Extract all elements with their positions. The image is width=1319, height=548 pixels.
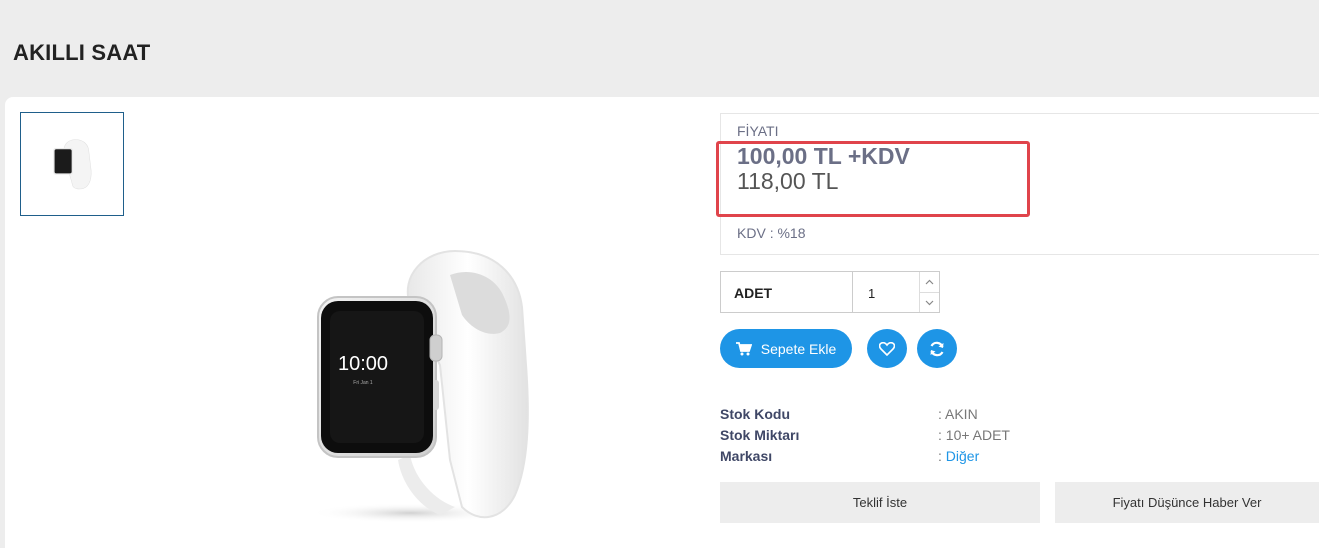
chevron-up-icon	[925, 279, 934, 285]
kdv-separator: :	[769, 225, 774, 241]
brand-link[interactable]: Diğer	[946, 448, 979, 464]
spec-key: Markası	[720, 448, 773, 464]
quantity-label: ADET	[734, 285, 773, 301]
kdv-label: KDV	[737, 225, 766, 241]
watch-thumbnail-image	[53, 139, 92, 190]
spec-key: Stok Miktarı	[720, 427, 800, 443]
product-main-image[interactable]: 10:00 Fri Jan 1	[290, 245, 560, 535]
quantity-divider	[852, 272, 853, 312]
favorite-button[interactable]	[867, 329, 907, 368]
price-highlight-box	[716, 141, 1030, 217]
quantity-decrease-button[interactable]	[920, 292, 939, 312]
quantity-box: ADET	[720, 271, 940, 313]
spec-value-prefix: :	[938, 448, 946, 464]
spec-key: Stok Kodu	[720, 406, 790, 422]
price-alert-button[interactable]: Fiyatı Düşünce Haber Ver	[1055, 482, 1319, 523]
price-label: FİYATI	[737, 123, 779, 139]
watch-face-date: Fri Jan 1	[353, 380, 373, 386]
cart-icon	[735, 341, 752, 355]
spec-value-wrap: : Diğer	[938, 448, 979, 464]
chevron-down-icon	[925, 300, 934, 305]
heart-icon	[879, 341, 895, 356]
spec-value: : AKIN	[938, 406, 978, 422]
product-thumbnail[interactable]	[20, 112, 124, 216]
spec-value: : 10+ ADET	[938, 427, 1010, 443]
kdv-info: KDV : %18	[737, 225, 806, 241]
request-quote-button[interactable]: Teklif İste	[720, 482, 1040, 523]
page-title: AKILLI SAAT	[13, 40, 151, 65]
add-to-cart-label: Sepete Ekle	[760, 340, 837, 357]
kdv-value: %18	[777, 225, 806, 241]
watch-face-time: 10:00	[338, 353, 388, 375]
add-to-cart-button[interactable]: Sepete Ekle	[720, 329, 852, 368]
quantity-input[interactable]	[868, 284, 918, 302]
compare-button[interactable]	[917, 329, 957, 368]
quantity-stepper	[919, 272, 939, 312]
refresh-icon	[930, 341, 944, 356]
quantity-increase-button[interactable]	[920, 272, 939, 292]
